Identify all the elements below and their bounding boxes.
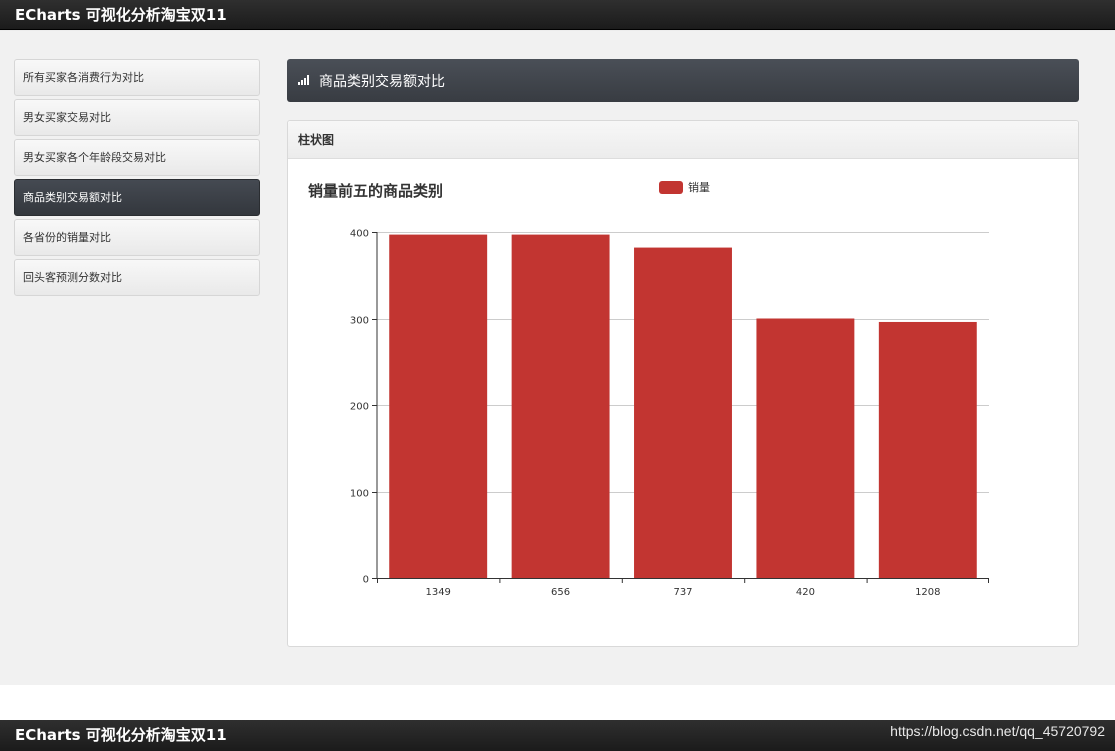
signal-bars-icon <box>298 75 312 85</box>
x-tick-label: 420 <box>796 587 815 598</box>
bar[interactable] <box>634 247 732 578</box>
y-tick-label: 0 <box>363 575 369 586</box>
sidebar-item-repeat-buyer-score[interactable]: 回头客预测分数对比 <box>14 259 260 296</box>
page-title: 商品类别交易额对比 <box>319 74 445 90</box>
bar[interactable] <box>389 234 488 578</box>
legend-label[interactable]: 销量 <box>688 180 710 194</box>
legend[interactable]: 销量 <box>659 180 710 194</box>
footer-brand-title[interactable]: ECharts 可视化分析淘宝双11 <box>15 724 227 745</box>
sidebar-item-category-transactions[interactable]: 商品类别交易额对比 <box>14 179 260 216</box>
x-tick-label: 656 <box>551 587 570 598</box>
x-ticks: 1349 656 737 420 1208 <box>377 578 989 598</box>
legend-swatch[interactable] <box>659 181 683 194</box>
bars <box>389 234 977 579</box>
sidebar-item-province-sales[interactable]: 各省份的销量对比 <box>14 219 260 256</box>
y-tick-label: 300 <box>350 316 369 327</box>
x-tick-label: 737 <box>673 587 692 598</box>
y-tick-label: 400 <box>350 229 369 240</box>
bar-chart: 0 100 200 300 400 1349 656 737 420 1208 销量前五的商品类… <box>308 180 989 598</box>
y-tick-label: 200 <box>350 402 369 413</box>
sidebar-item-gender-transactions[interactable]: 男女买家交易对比 <box>14 99 260 136</box>
watermark-url: https://blog.csdn.net/qq_45720792 <box>890 723 1105 739</box>
sidebar-item-consumer-behavior[interactable]: 所有买家各消费行为对比 <box>14 59 260 96</box>
page-header: 商品类别交易额对比 <box>287 59 1079 102</box>
page-gap <box>0 685 1115 720</box>
bar[interactable] <box>511 234 610 578</box>
chart-panel: 柱状图 0 100 200 300 400 1349 656 737 420 1208 销量前五… <box>287 120 1079 647</box>
top-navbar: ECharts 可视化分析淘宝双11 <box>0 0 1115 30</box>
bar[interactable] <box>756 318 855 579</box>
sidebar-item-gender-age-transactions[interactable]: 男女买家各个年龄段交易对比 <box>14 139 260 176</box>
brand-title[interactable]: ECharts 可视化分析淘宝双11 <box>15 4 227 25</box>
x-tick-label: 1349 <box>425 587 450 598</box>
chart-title: 销量前五的商品类别 <box>308 182 443 200</box>
footer-navbar: ECharts 可视化分析淘宝双11 https://blog.csdn.net… <box>0 720 1115 751</box>
y-tick-label: 100 <box>350 489 369 500</box>
y-ticks: 0 100 200 300 400 <box>350 229 377 586</box>
x-tick-label: 1208 <box>915 587 940 598</box>
bar[interactable] <box>878 321 977 578</box>
sidebar-nav: 所有买家各消费行为对比 男女买家交易对比 男女买家各个年龄段交易对比 商品类别交… <box>14 59 260 299</box>
